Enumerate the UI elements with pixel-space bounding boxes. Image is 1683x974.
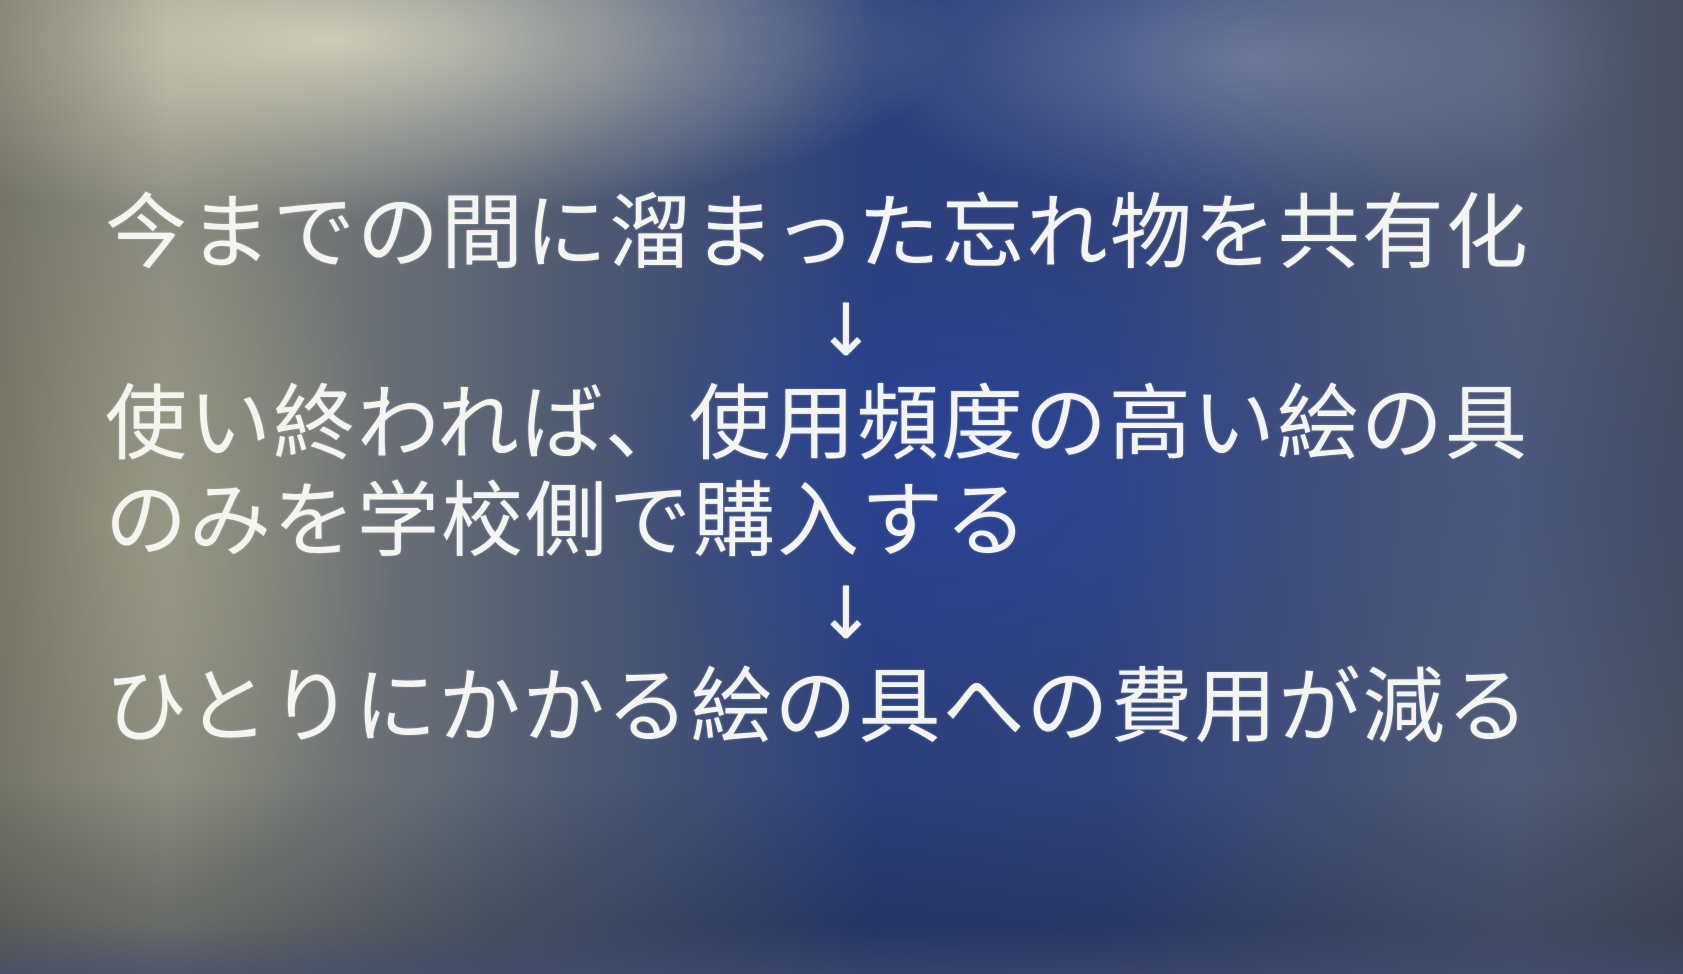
slide-text-line-3: のみを学校側で購入する [105, 474, 1030, 569]
down-arrow-icon: ↓ [815, 288, 877, 372]
slide-text-line-4: ひとりにかかる絵の具への費用が減る [105, 660, 1531, 755]
down-arrow-icon: ↓ [815, 571, 877, 655]
presentation-slide: 今までの間に溜まった忘れ物を共有化 ↓ 使い終われば、使用頻度の高い絵の具 のみ… [0, 0, 1683, 974]
slide-text-line-1: 今までの間に溜まった忘れ物を共有化 [105, 186, 1530, 281]
slide-text-line-2: 使い終われば、使用頻度の高い絵の具 [105, 377, 1529, 472]
